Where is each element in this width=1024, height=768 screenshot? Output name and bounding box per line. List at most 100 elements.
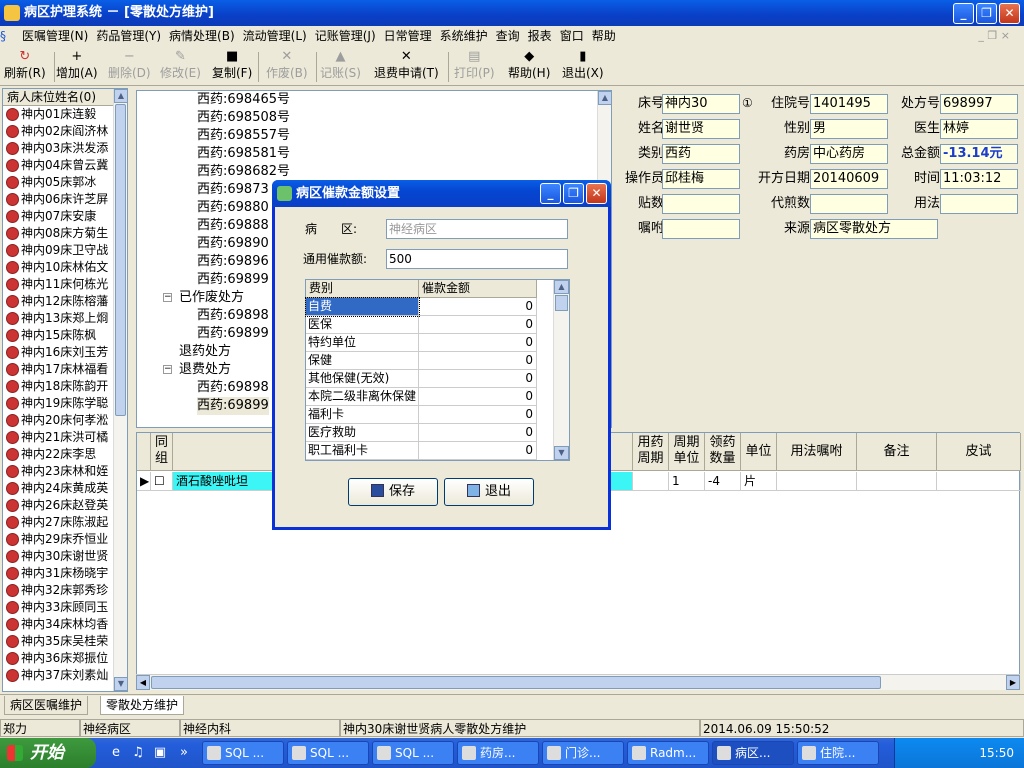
fee-amount-cell[interactable]: 0 bbox=[419, 442, 537, 460]
toolbar-button-9[interactable]: ◆ 帮助(H) bbox=[508, 48, 550, 81]
menu-item[interactable]: 药品管理(Y) bbox=[96, 29, 161, 43]
tree-node[interactable]: 西药:69896 bbox=[197, 253, 269, 271]
hscroll-thumb[interactable] bbox=[151, 676, 881, 689]
taskbar-button[interactable]: SQL ... bbox=[372, 741, 454, 765]
patient-row[interactable]: 神内01床连毅 bbox=[3, 106, 115, 123]
patient-row[interactable]: 神内04床曾云冀 bbox=[3, 157, 115, 174]
grid-cell-qty[interactable]: -4 bbox=[705, 472, 741, 491]
fee-amount-cell[interactable]: 0 bbox=[419, 406, 537, 424]
fee-amount-cell[interactable]: 0 bbox=[419, 424, 537, 442]
taskbar-button[interactable]: 病区... bbox=[712, 741, 794, 765]
amount-field[interactable]: 500 bbox=[386, 249, 568, 269]
media-icon[interactable]: ♫ bbox=[130, 745, 146, 761]
grid-header[interactable]: 用药 周期 bbox=[633, 433, 669, 471]
patient-row[interactable]: 神内13床郑上烱 bbox=[3, 310, 115, 327]
menu-item[interactable]: 窗口 bbox=[560, 29, 584, 43]
tree-node[interactable]: 西药:698508号 bbox=[197, 109, 290, 127]
patient-row[interactable]: 神内30床谢世贤 bbox=[3, 548, 115, 565]
dialog-close-button[interactable]: ✕ bbox=[586, 183, 607, 204]
fee-type-cell[interactable]: 医保 bbox=[306, 316, 419, 334]
scroll-down-icon[interactable]: ▼ bbox=[554, 446, 569, 460]
toolbar-button-1[interactable]: + 增加(A) bbox=[56, 48, 98, 81]
grid-header[interactable]: 皮试 bbox=[937, 433, 1021, 471]
grid-cell-cycle[interactable] bbox=[633, 472, 669, 491]
toolbar-button-6[interactable]: ▲ 记账(S) bbox=[320, 48, 361, 81]
tree-node[interactable]: 西药:69888 bbox=[197, 217, 269, 235]
grid-cell-marker[interactable]: ▶ bbox=[137, 472, 151, 491]
toolbar-button-4[interactable]: ■ 复制(F) bbox=[212, 48, 252, 81]
toolbar-button-3[interactable]: ✎ 修改(E) bbox=[160, 48, 201, 81]
patient-row[interactable]: 神内15床陈枫 bbox=[3, 327, 115, 344]
info-field-rx[interactable]: 698997 bbox=[940, 94, 1018, 114]
tab-scattered-rx[interactable]: 零散处方维护 bbox=[100, 696, 185, 715]
fee-type-cell[interactable]: 医疗救助 bbox=[306, 424, 419, 442]
tree-node[interactable]: 西药:69899 bbox=[197, 325, 269, 343]
grid-header[interactable]: 领药 数量 bbox=[705, 433, 741, 471]
tree-node[interactable]: 西药:69890 bbox=[197, 235, 269, 253]
grid-header[interactable]: 单位 bbox=[741, 433, 777, 471]
tree-toggle-icon[interactable]: − bbox=[163, 293, 172, 302]
desktop-icon[interactable]: ▣ bbox=[152, 745, 168, 761]
fee-type-cell[interactable]: 其他保健(无效) bbox=[306, 370, 419, 388]
fee-amount-cell[interactable]: 0 bbox=[419, 370, 537, 388]
fee-amount-cell[interactable]: 0 bbox=[419, 334, 537, 352]
patient-row[interactable]: 神内10床林佑文 bbox=[3, 259, 115, 276]
tree-node[interactable]: 西药:698557号 bbox=[197, 127, 290, 145]
clock[interactable]: 15:50 bbox=[979, 746, 1014, 760]
info-field-name[interactable]: 谢世贤 bbox=[662, 119, 740, 139]
menu-item[interactable]: 报表 bbox=[528, 29, 552, 43]
info-field-usage[interactable] bbox=[940, 194, 1018, 214]
info-field-paste[interactable] bbox=[662, 194, 740, 214]
patient-row[interactable]: 神内07床安康 bbox=[3, 208, 115, 225]
dialog-maximize-button[interactable]: ❐ bbox=[563, 183, 584, 204]
grid-hscrollbar[interactable]: ◀ ▶ bbox=[136, 674, 1020, 690]
info-field-pharmacy[interactable]: 中心药房 bbox=[810, 144, 888, 164]
info-field-sex[interactable]: 男 bbox=[810, 119, 888, 139]
fee-amount-cell[interactable]: 0 bbox=[419, 316, 537, 334]
patient-row[interactable]: 神内20床何孝淞 bbox=[3, 412, 115, 429]
patient-row[interactable]: 神内36床郑振位 bbox=[3, 650, 115, 667]
patient-row[interactable]: 神内23床林和姪 bbox=[3, 463, 115, 480]
scroll-up-icon[interactable]: ▲ bbox=[554, 280, 569, 294]
fee-amount-cell[interactable]: 0 bbox=[419, 298, 537, 316]
patient-row[interactable]: 神内11床何栋光 bbox=[3, 276, 115, 293]
patient-list-header[interactable]: 病人床位姓名(0) bbox=[3, 89, 127, 106]
info-field-time[interactable]: 11:03:12 bbox=[940, 169, 1018, 189]
window-title-bar[interactable]: 病区护理系统 － [零散处方维护] _ ❐ ✕ bbox=[0, 0, 1024, 26]
tree-node[interactable]: 西药:69880 bbox=[197, 199, 269, 217]
info-field-admit[interactable]: 1401495 bbox=[810, 94, 888, 114]
patient-row[interactable]: 神内08床方菊生 bbox=[3, 225, 115, 242]
fee-type-cell[interactable]: 福利卡 bbox=[306, 406, 419, 424]
patient-row[interactable]: 神内31床杨晓宇 bbox=[3, 565, 115, 582]
more-icon[interactable]: » bbox=[176, 745, 192, 761]
dialog-minimize-button[interactable]: _ bbox=[540, 183, 561, 204]
close-button[interactable]: ✕ bbox=[999, 3, 1020, 24]
patient-row[interactable]: 神内27床陈淑起 bbox=[3, 514, 115, 531]
fee-type-cell[interactable]: 保健 bbox=[306, 352, 419, 370]
info-field-doctor[interactable]: 林婷 bbox=[940, 119, 1018, 139]
tree-node[interactable]: 西药:698465号 bbox=[197, 91, 290, 109]
grid-cell-unit[interactable]: 片 bbox=[741, 472, 777, 491]
grid-cell-cycle_unit[interactable]: 1 bbox=[669, 472, 705, 491]
patient-row[interactable]: 神内06床许芝屏 bbox=[3, 191, 115, 208]
patient-row[interactable]: 神内19床陈学聪 bbox=[3, 395, 115, 412]
patient-row[interactable]: 神内02床阎济林 bbox=[3, 123, 115, 140]
patient-row[interactable]: 神内22床李思 bbox=[3, 446, 115, 463]
patient-row[interactable]: 神内09床卫守战 bbox=[3, 242, 115, 259]
taskbar-button[interactable]: SQL ... bbox=[287, 741, 369, 765]
toolbar-button-2[interactable]: − 删除(D) bbox=[108, 48, 151, 81]
toolbar-button-7[interactable]: ✕ 退费申请(T) bbox=[374, 48, 439, 81]
tree-node[interactable]: 西药:698581号 bbox=[197, 145, 290, 163]
grid-cell-empty[interactable] bbox=[937, 472, 1021, 491]
patient-row[interactable]: 神内16床刘玉芳 bbox=[3, 344, 115, 361]
scroll-right-icon[interactable]: ▶ bbox=[1006, 675, 1020, 690]
fee-type-cell[interactable]: 自费 bbox=[305, 297, 420, 317]
tab-ward-orders[interactable]: 病区医嘱维护 bbox=[4, 696, 89, 715]
restore-button[interactable]: ❐ bbox=[976, 3, 997, 24]
tree-node[interactable]: 西药:69899 bbox=[197, 397, 269, 415]
patient-list-scrollbar[interactable]: ▲ ▼ bbox=[113, 89, 128, 691]
taskbar-button[interactable]: SQL ... bbox=[202, 741, 284, 765]
scroll-thumb[interactable] bbox=[115, 104, 126, 416]
info-field-date[interactable]: 20140609 bbox=[810, 169, 888, 189]
scroll-down-icon[interactable]: ▼ bbox=[114, 677, 128, 691]
